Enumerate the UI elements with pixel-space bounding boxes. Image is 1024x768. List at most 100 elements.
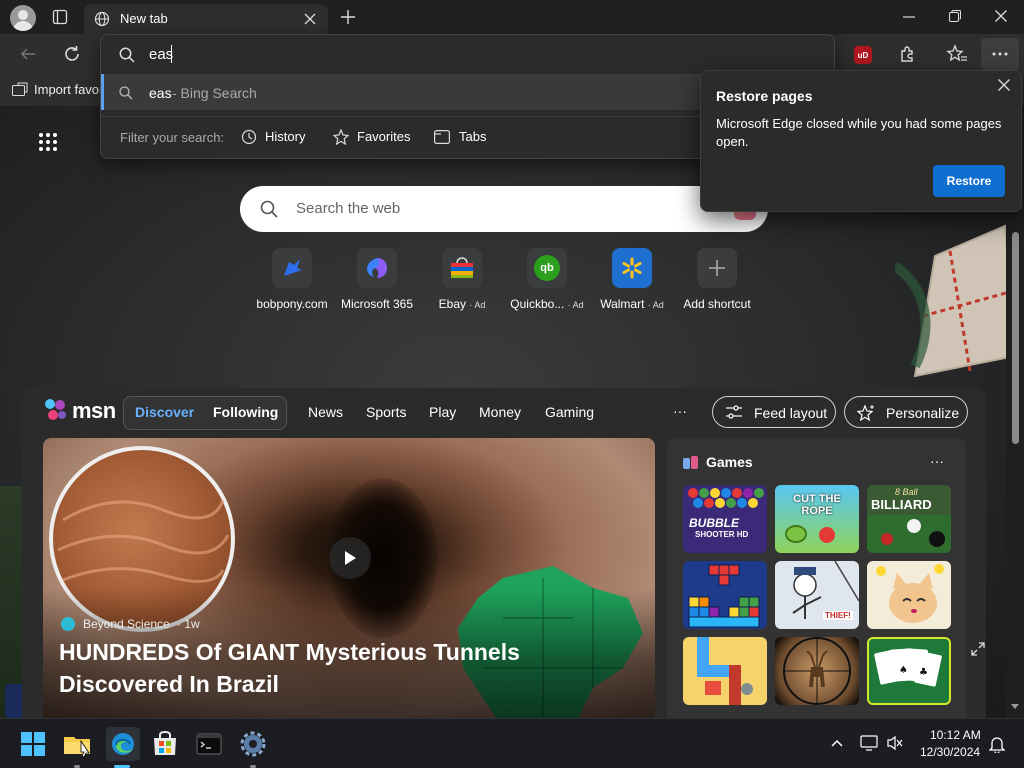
close-icon[interactable] (998, 79, 1010, 91)
microsoft-365-icon (357, 248, 397, 288)
shortcut-walmart[interactable]: Walmart · Ad (589, 248, 675, 311)
game-tile-text: CUT THE ROPE (793, 493, 841, 517)
tab-title: New tab (120, 11, 168, 26)
import-favorites-icon (12, 82, 28, 97)
tab-discover[interactable]: Discover (135, 404, 194, 420)
taskbar: 10:12 AM 12/30/2024 (0, 718, 1024, 768)
clock-date[interactable]: 12/30/2024 (920, 745, 980, 759)
msn-logo-icon[interactable] (44, 398, 68, 422)
extensions-icon[interactable] (898, 44, 918, 64)
shortcut-microsoft-365[interactable]: Microsoft 365 (334, 248, 420, 311)
back-icon[interactable] (20, 46, 36, 62)
tab-new-tab[interactable]: New tab (84, 4, 328, 34)
favorites-icon[interactable] (946, 44, 968, 64)
nav-gaming[interactable]: Gaming (545, 404, 594, 420)
filter-tabs[interactable]: Tabs (459, 129, 486, 144)
game-tile-text: 8 Ball (895, 487, 918, 497)
nav-more-icon[interactable]: ··· (673, 403, 687, 419)
edge-taskbar-icon[interactable] (106, 727, 140, 761)
file-explorer-icon[interactable] (62, 729, 92, 759)
feed-layout-button[interactable]: Feed layout (712, 396, 836, 428)
windows-start-icon[interactable] (18, 729, 48, 759)
nav-play[interactable]: Play (429, 404, 456, 420)
game-pipe-puzzle[interactable] (683, 637, 767, 705)
svg-text:♠: ♠ (899, 665, 908, 676)
minimize-icon[interactable] (903, 16, 915, 18)
msn-logo-text: msn (72, 398, 116, 423)
sliders-icon (725, 405, 743, 420)
address-input[interactable]: eas (149, 46, 173, 63)
scrollbar-thumb[interactable] (1012, 232, 1019, 444)
game-cut-the-rope[interactable]: CUT THE ROPE (775, 485, 859, 553)
apps-launcher-icon[interactable] (38, 132, 58, 152)
story-headline[interactable]: HUNDREDS Of GIANT Mysterious Tunnels Dis… (59, 636, 579, 700)
game-tile-text: BUBBLE (689, 516, 739, 530)
tab-following[interactable]: Following (213, 404, 278, 420)
profile-avatar[interactable] (10, 5, 36, 31)
story-source[interactable]: Beyond Science (83, 617, 170, 631)
tabs-icon (434, 130, 450, 144)
refresh-icon[interactable] (63, 45, 81, 63)
microsoft-store-icon[interactable] (150, 729, 180, 759)
shortcut-label: Add shortcut (683, 297, 751, 311)
shortcut-label: bobpony.com (256, 297, 328, 311)
search-icon (119, 47, 135, 63)
ebay-icon (442, 248, 482, 288)
game-thief-puzzle[interactable]: THIEF! (775, 561, 859, 629)
restore-button[interactable]: Restore (933, 165, 1005, 197)
display-icon[interactable] (860, 735, 878, 751)
dialog-message: Microsoft Edge closed while you had some… (716, 116, 1002, 149)
scroll-down-icon[interactable] (1011, 704, 1019, 710)
expand-icon[interactable] (971, 642, 985, 656)
show-hidden-icons-chevron-icon[interactable] (831, 739, 843, 747)
search-placeholder: Search the web (296, 200, 401, 217)
restore-pages-dialog: Restore pages Microsoft Edge closed whil… (700, 70, 1022, 212)
volume-muted-icon[interactable] (886, 735, 904, 751)
games-controller-icon (683, 454, 699, 470)
games-panel: Games ··· BUBBLE SHOOTER HD CUT THE ROPE… (667, 438, 966, 718)
personalize-button[interactable]: Personalize (844, 396, 968, 428)
clock-time[interactable]: 10:12 AM (930, 728, 981, 742)
terminal-icon[interactable] (194, 729, 224, 759)
filter-favorites[interactable]: Favorites (357, 129, 410, 144)
shortcut-label: Quickbo... · Ad (510, 297, 584, 311)
notifications-bell-icon[interactable] (989, 735, 1005, 753)
new-tab-icon[interactable] (340, 9, 356, 25)
shortcut-label: Walmart · Ad (600, 297, 664, 311)
game-bubble-shooter[interactable]: BUBBLE SHOOTER HD (683, 485, 767, 553)
title-bar: New tab (0, 0, 1024, 34)
svg-text:♣: ♣ (919, 667, 928, 678)
settings-and-more-icon[interactable] (981, 38, 1019, 70)
play-video-icon[interactable] (329, 537, 371, 579)
shortcut-quickbooks[interactable]: qb Quickbo... · Ad (504, 248, 590, 311)
restore-window-icon[interactable] (949, 10, 961, 22)
story-age: · 1w (177, 617, 200, 631)
web-search-box[interactable]: Search the web (240, 186, 768, 232)
bobpony-icon (272, 248, 312, 288)
game-tile-text: THIEF! (823, 611, 853, 620)
msn-feed: msn Discover Following News Sports Play … (22, 388, 986, 718)
game-block-puzzle[interactable] (683, 561, 767, 629)
game-cat-match[interactable] (867, 561, 951, 629)
shortcut-bobpony[interactable]: bobpony.com (249, 248, 335, 311)
quickbooks-icon: qb (527, 248, 567, 288)
close-window-icon[interactable] (995, 10, 1007, 22)
text-cursor (171, 45, 172, 63)
game-8-ball-billiard[interactable]: 8 Ball BILLIARD (867, 485, 951, 553)
add-shortcut-button[interactable]: Add shortcut (674, 248, 760, 311)
tab-actions-icon[interactable] (52, 9, 68, 25)
nav-sports[interactable]: Sports (366, 404, 406, 420)
hero-story-card[interactable]: Beyond Science · 1w HUNDREDS Of GIANT My… (43, 438, 655, 718)
filter-history[interactable]: History (265, 129, 305, 144)
settings-gear-icon[interactable] (238, 729, 268, 759)
walmart-icon (612, 248, 652, 288)
close-tab-icon[interactable] (304, 13, 316, 25)
nav-money[interactable]: Money (479, 404, 521, 420)
nav-news[interactable]: News (308, 404, 343, 420)
games-more-icon[interactable]: ··· (930, 453, 944, 469)
import-favorites-link[interactable]: Import favor (34, 82, 103, 97)
game-solitaire[interactable]: ♠ ♣ (867, 637, 951, 705)
ublock-extension-icon[interactable]: uD (854, 46, 872, 64)
game-deer-hunter[interactable] (775, 637, 859, 705)
shortcut-ebay[interactable]: Ebay · Ad (419, 248, 505, 311)
